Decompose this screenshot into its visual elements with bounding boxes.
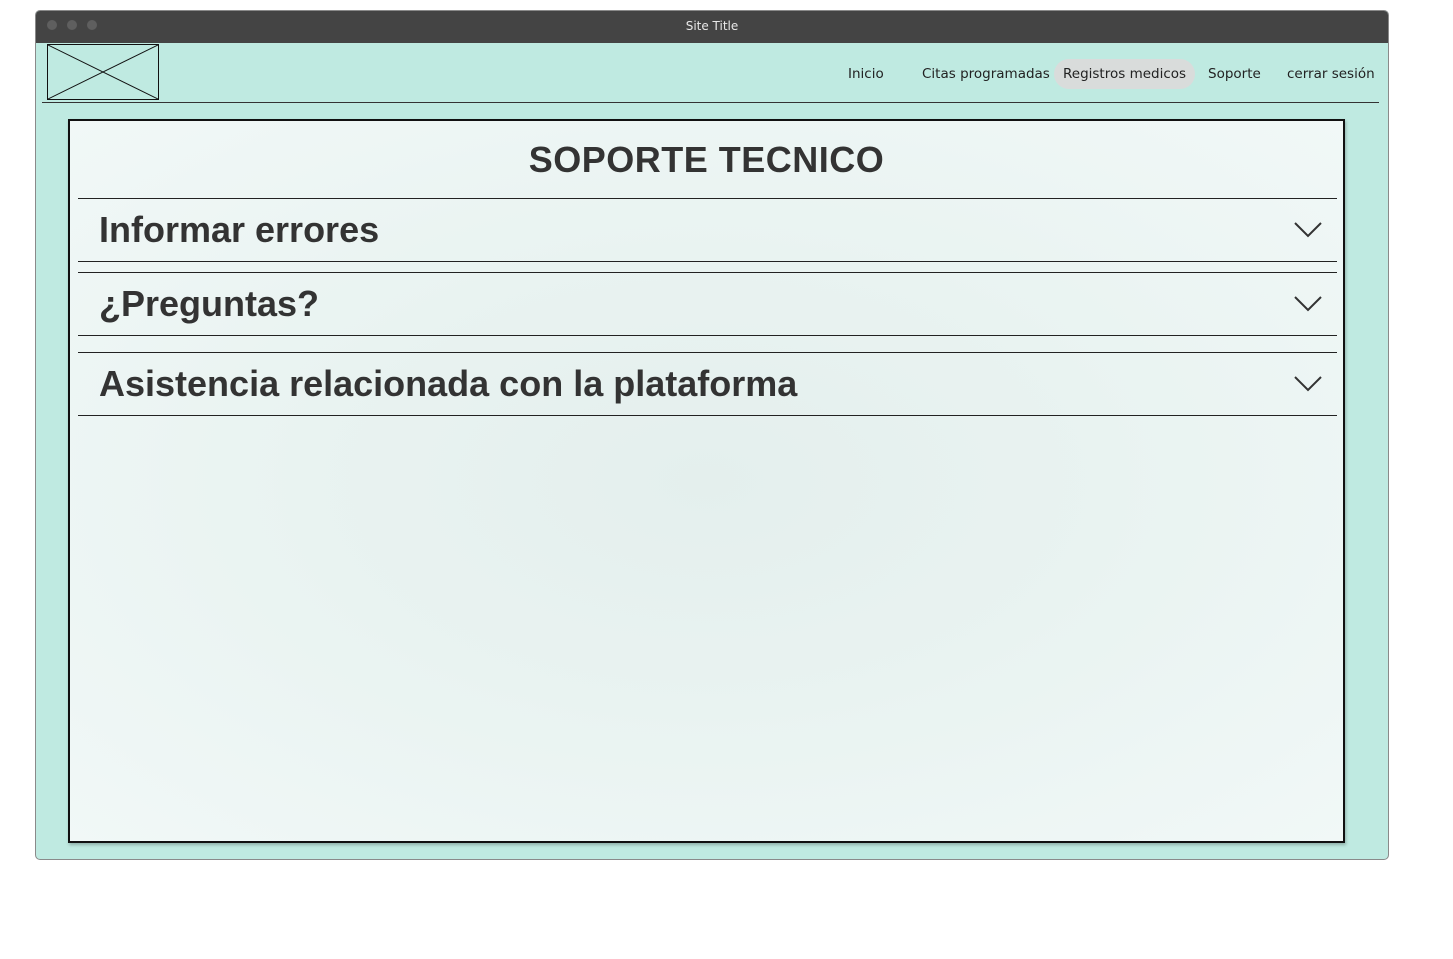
title-bar: Site Title bbox=[36, 11, 1388, 43]
chevron-down-icon bbox=[1294, 296, 1322, 312]
accordion-preguntas[interactable]: ¿Preguntas? bbox=[78, 272, 1337, 336]
accordion-label: Asistencia relacionada con la plataforma bbox=[99, 363, 798, 404]
support-panel: SOPORTE TECNICO Informar errores ¿Pregun… bbox=[68, 119, 1345, 843]
nav-item-citas-programadas[interactable]: Citas programadas bbox=[913, 59, 1059, 89]
nav-item-registros-medicos[interactable]: Registros medicos bbox=[1054, 59, 1196, 89]
accordion-informar-errores[interactable]: Informar errores bbox=[78, 198, 1337, 262]
page-title: SOPORTE TECNICO bbox=[528, 139, 885, 180]
nav-item-soporte[interactable]: Soporte bbox=[1199, 59, 1270, 89]
accordion-asistencia-plataforma[interactable]: Asistencia relacionada con la plataforma bbox=[78, 352, 1337, 416]
browser-window: Site Title Inicio Citas programadas Regi… bbox=[35, 10, 1389, 860]
chevron-down-icon bbox=[1294, 222, 1322, 238]
accordion-label: ¿Preguntas? bbox=[99, 283, 320, 324]
window-title: Site Title bbox=[685, 19, 739, 33]
nav-item-inicio[interactable]: Inicio bbox=[839, 59, 893, 89]
chevron-down-icon bbox=[1294, 376, 1322, 392]
accordion-label: Informar errores bbox=[99, 209, 380, 250]
logo-placeholder[interactable] bbox=[47, 44, 159, 100]
header-divider bbox=[42, 102, 1379, 103]
image-placeholder-icon bbox=[48, 45, 158, 99]
nav-item-cerrar-sesion[interactable]: cerrar sesión bbox=[1278, 59, 1384, 89]
main-navigation: Inicio Citas programadas Registros medic… bbox=[788, 59, 1388, 89]
